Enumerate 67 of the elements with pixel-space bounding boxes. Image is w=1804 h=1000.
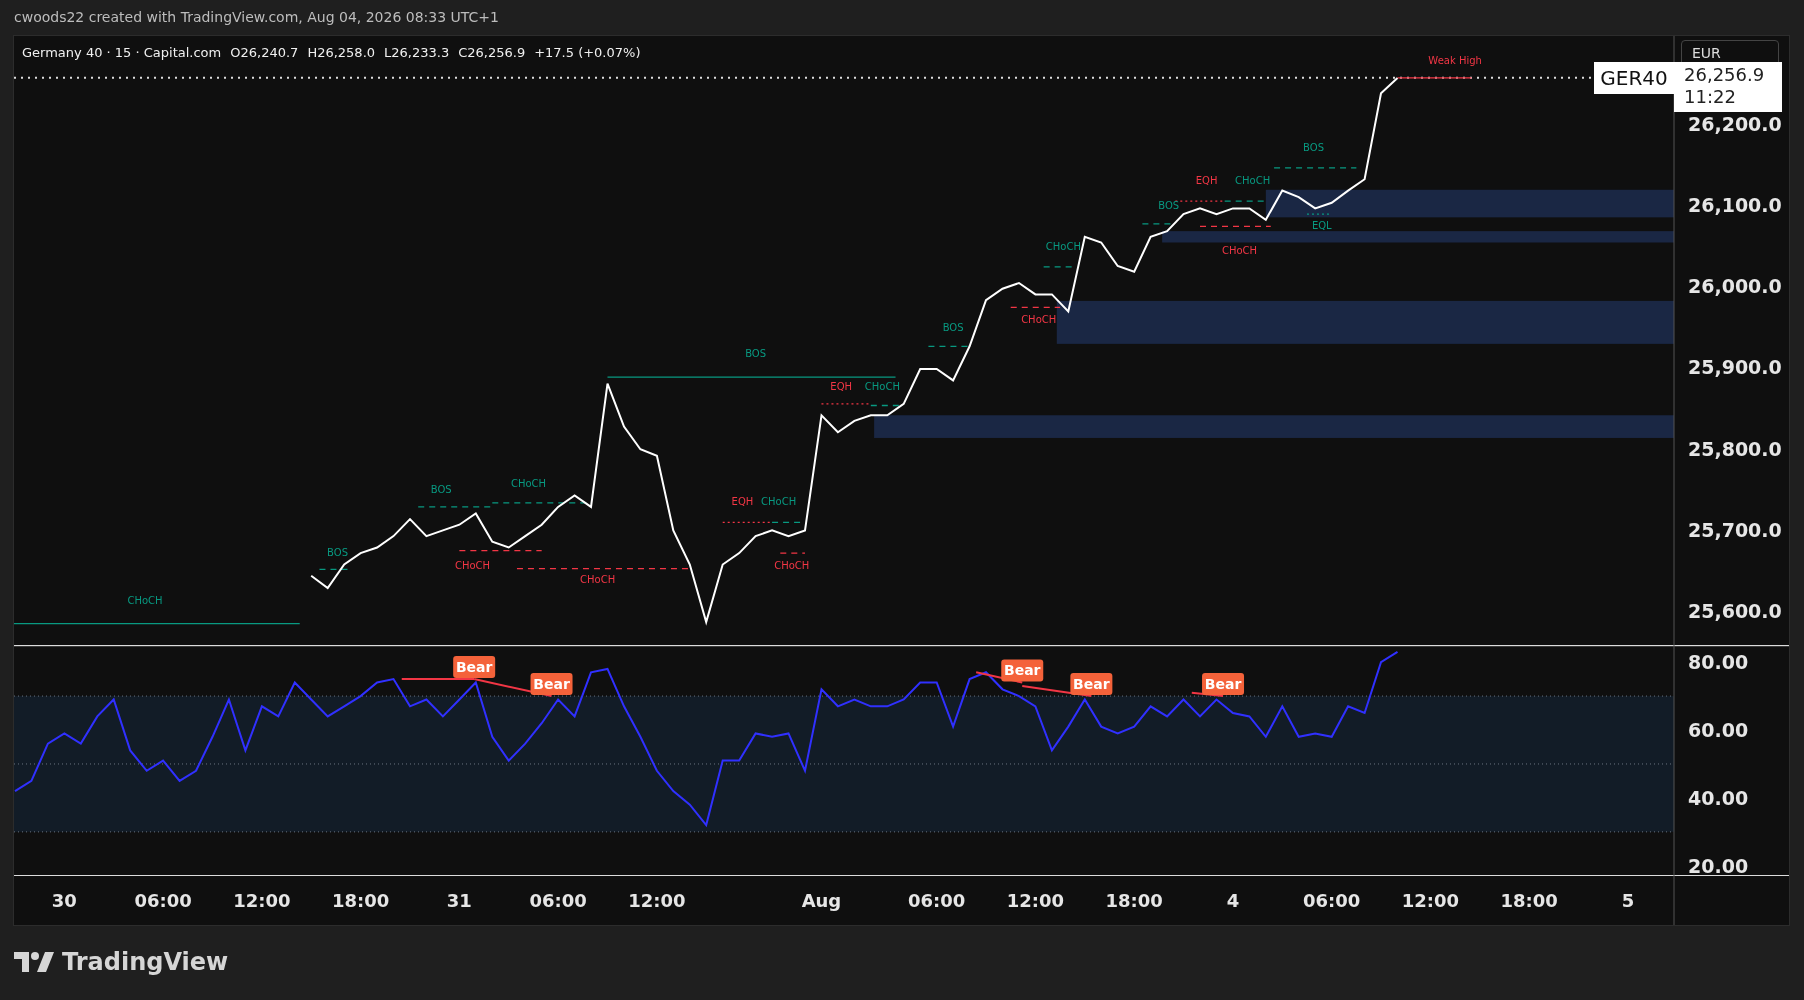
time-label: 5 [1621,890,1635,911]
structure-label: BOS [1158,200,1180,212]
time-label: 06:00 [908,890,966,911]
time-label: 4 [1226,890,1240,911]
logo-icon [14,952,54,972]
structure-label: EQH [830,381,853,393]
time-label: 12:00 [628,890,686,911]
structure-label: CHoCH [127,595,163,607]
axis-label: 26,100.0 [1688,194,1782,217]
time-label: 31 [446,890,472,911]
symbol-tag: GER40 [1594,61,1674,94]
structure-label: BOS [1303,141,1324,153]
axis-label: 40.00 [1688,786,1749,809]
axis-label: 80.00 [1688,651,1749,674]
structure-label: BOS [942,321,964,333]
time-label: 18:00 [1105,890,1163,911]
signal-tag: Bear [1202,673,1245,696]
time-label: 18:00 [1500,890,1558,911]
structure-label: CHoCH [864,381,900,393]
ohlc-value: O26,240.7 [230,45,299,60]
signal-tag: Bear [1001,659,1044,682]
divergence-line [1190,691,1225,698]
axis-label: 25,900.0 [1688,356,1782,379]
time-label: 18:00 [331,890,390,911]
time-label: 06:00 [134,890,192,911]
ohlc-value: H26,258.0 [307,45,376,60]
axis-label: 25,800.0 [1688,437,1782,460]
time-label: 30 [51,890,77,911]
axis-label: 20.00 [1688,854,1749,876]
last-price-label: 26,256.9 [1684,63,1766,86]
ohlc-value: L26,233.3 [384,45,450,60]
structure-label: CHoCH [580,574,616,586]
structure-label: CHoCH [774,559,810,571]
time-label: 12:00 [1006,890,1065,911]
ohlc-value: C26,256.9 [458,45,526,60]
axis-label: 25,600.0 [1688,599,1782,622]
signal-tag: Bear [1070,673,1113,696]
time-label: 06:00 [529,890,587,911]
structure-label: CHoCH [1221,244,1258,256]
structure-label: CHoCH [1021,313,1057,325]
structure-label: CHoCH [761,496,797,508]
structure-label: CHoCH [1045,240,1081,252]
signal-tag: Bear [530,673,573,696]
structure-label: BOS [430,484,452,496]
time-label: 06:00 [1303,890,1361,911]
signal-tag: Bear [453,656,496,679]
price-change: +17.5 (+0.07%) [534,45,641,60]
attribution-text: cwoods22 created with TradingView.com, Aug 04, 2026 08:33 UTC+1 [13,8,500,27]
time-label: 12:00 [1401,890,1460,911]
structure-label: EQH [731,496,754,508]
bar-countdown: 11:22 [1684,85,1737,108]
axis-label: 60.00 [1688,719,1749,741]
structure-label: CHoCH [1235,175,1271,187]
axis-label: 26,000.0 [1688,275,1782,298]
structure-label: CHoCH [510,478,547,490]
structure-label: CHoCH [454,559,491,571]
symbol-title: Germany 40 · 15 · Capital.com [22,45,222,60]
time-label: Aug [801,890,842,911]
axis-label: 25,700.0 [1688,518,1782,541]
structure-label: Weak High [1428,55,1482,67]
structure-label: BOS [327,546,349,558]
time-label: 12:00 [233,890,291,911]
structure-label: EQH [1195,175,1218,187]
logo-text: TradingView [62,948,229,976]
structure-label: EQL [1311,219,1332,231]
axis-label: 26,200.0 [1688,113,1782,136]
structure-label: BOS [745,347,767,359]
